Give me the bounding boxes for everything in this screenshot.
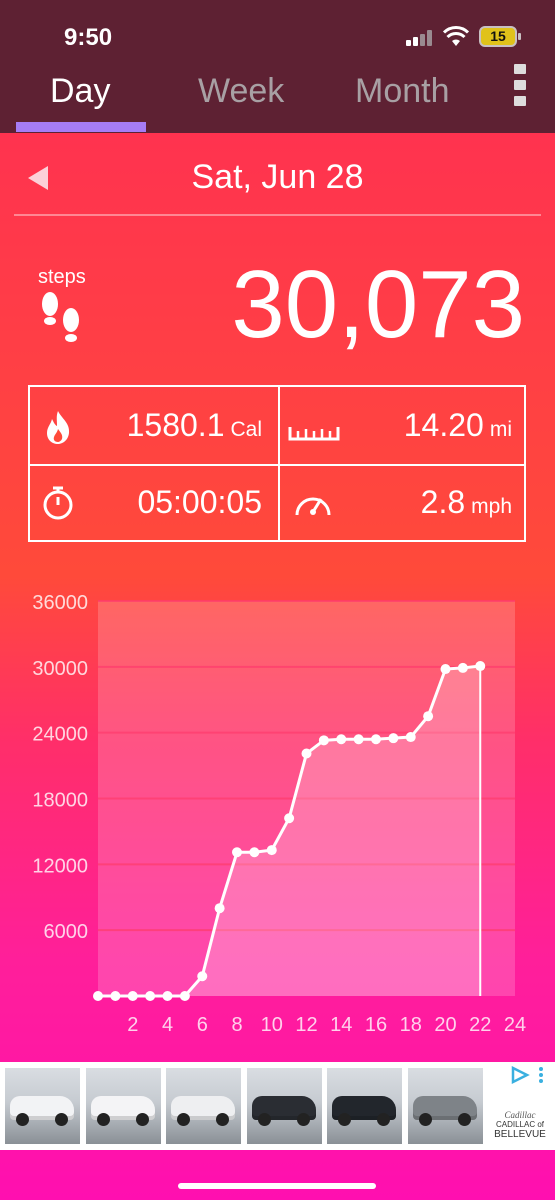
chart-point — [127, 991, 138, 1001]
x-tick-label: 2 — [127, 1014, 138, 1036]
chart-point — [284, 813, 295, 824]
y-tick-label: 6000 — [44, 921, 89, 943]
ad-brand: Cadillac CADILLAC of BELLEVUE — [492, 1110, 548, 1140]
x-tick-label: 12 — [295, 1014, 317, 1036]
ad-car-image[interactable] — [247, 1068, 322, 1144]
x-tick-label: 18 — [400, 1014, 422, 1036]
ad-brand-line2: BELLEVUE — [494, 1129, 546, 1140]
car-icon — [171, 1096, 235, 1126]
steps-label: steps — [38, 266, 86, 288]
car-icon — [332, 1096, 396, 1126]
chart-point — [93, 991, 103, 1001]
steps-count: 30,073 — [231, 251, 525, 358]
chart-point — [110, 991, 121, 1001]
chart-point — [423, 711, 434, 722]
ad-car-image[interactable] — [5, 1068, 80, 1144]
distance-value: 14.20 mi — [403, 407, 512, 443]
active-tab-indicator — [16, 122, 146, 132]
x-tick-label: 24 — [504, 1014, 526, 1036]
chart-point — [197, 971, 208, 982]
ad-more-icon[interactable] — [538, 1066, 544, 1084]
steps-chart: 600012000180002400030000360002 4 6 8 10 12 14 1… — [32, 592, 526, 1036]
car-icon — [10, 1096, 74, 1126]
duration-value: 05:00:05 — [137, 484, 262, 520]
y-tick-label: 24000 — [32, 724, 88, 746]
x-tick-label: 8 — [231, 1014, 242, 1036]
chart-point — [475, 661, 486, 672]
footprints-icon — [42, 292, 79, 342]
home-indicator — [178, 1183, 376, 1189]
tab-week[interactable]: Week — [198, 72, 284, 111]
y-tick-label: 36000 — [32, 592, 88, 614]
x-tick-label: 10 — [261, 1014, 283, 1036]
ad-car-image[interactable] — [166, 1068, 241, 1144]
car-icon — [91, 1096, 155, 1126]
tab-day[interactable]: Day — [50, 72, 110, 111]
chart-point — [353, 734, 364, 745]
chart-point — [301, 748, 312, 759]
y-tick-label: 30000 — [32, 658, 88, 680]
car-icon — [413, 1096, 477, 1126]
x-tick-label: 22 — [469, 1014, 491, 1036]
cellular-signal-icon — [406, 30, 434, 46]
chart-point — [266, 845, 277, 856]
top-bar: 9:50 15 Day Week Month — [0, 0, 555, 133]
y-tick-label: 18000 — [32, 790, 88, 812]
x-tick-label: 20 — [434, 1014, 456, 1036]
ad-car-image[interactable] — [86, 1068, 161, 1144]
chart-point — [232, 847, 242, 858]
wifi-icon — [443, 26, 469, 46]
flame-icon — [47, 411, 70, 444]
ad-choices-icon[interactable] — [510, 1066, 530, 1084]
stopwatch-icon — [43, 486, 73, 520]
chart-point — [145, 991, 156, 1001]
tab-month[interactable]: Month — [355, 72, 450, 111]
x-tick-label: 16 — [365, 1014, 387, 1036]
ad-car-image[interactable] — [327, 1068, 402, 1144]
battery-icon: 15 — [479, 26, 521, 47]
speed-value: 2.8 mph — [420, 484, 512, 520]
x-tick-label: 4 — [162, 1014, 173, 1036]
x-tick-label: 6 — [197, 1014, 208, 1036]
ad-brand-logo: Cadillac — [504, 1110, 536, 1120]
ad-car-image[interactable] — [408, 1068, 483, 1144]
chart-point — [440, 664, 451, 675]
overflow-menu-icon[interactable] — [512, 64, 528, 106]
speedometer-icon — [295, 497, 331, 516]
chart-point — [371, 734, 381, 745]
chart-point — [162, 991, 173, 1001]
status-time: 9:50 — [64, 24, 113, 51]
x-tick-label: 14 — [330, 1014, 352, 1036]
chart-point — [249, 847, 260, 858]
ruler-icon — [288, 427, 340, 441]
stats-grid: 1580.1 Cal 14.20 mi 05:00:05 2.8 mph — [28, 385, 526, 542]
chart-point — [336, 734, 347, 745]
chart-point — [405, 732, 416, 743]
chart-point — [179, 991, 190, 1001]
chart-point — [318, 735, 329, 746]
chart-point — [388, 733, 399, 744]
calories-value: 1580.1 Cal — [126, 407, 262, 443]
date-title: Sat, Jun 28 — [191, 158, 364, 196]
divider — [14, 214, 541, 216]
chart-point — [457, 662, 468, 673]
y-tick-label: 12000 — [32, 855, 88, 877]
car-icon — [252, 1096, 316, 1126]
chart-point — [214, 903, 225, 914]
